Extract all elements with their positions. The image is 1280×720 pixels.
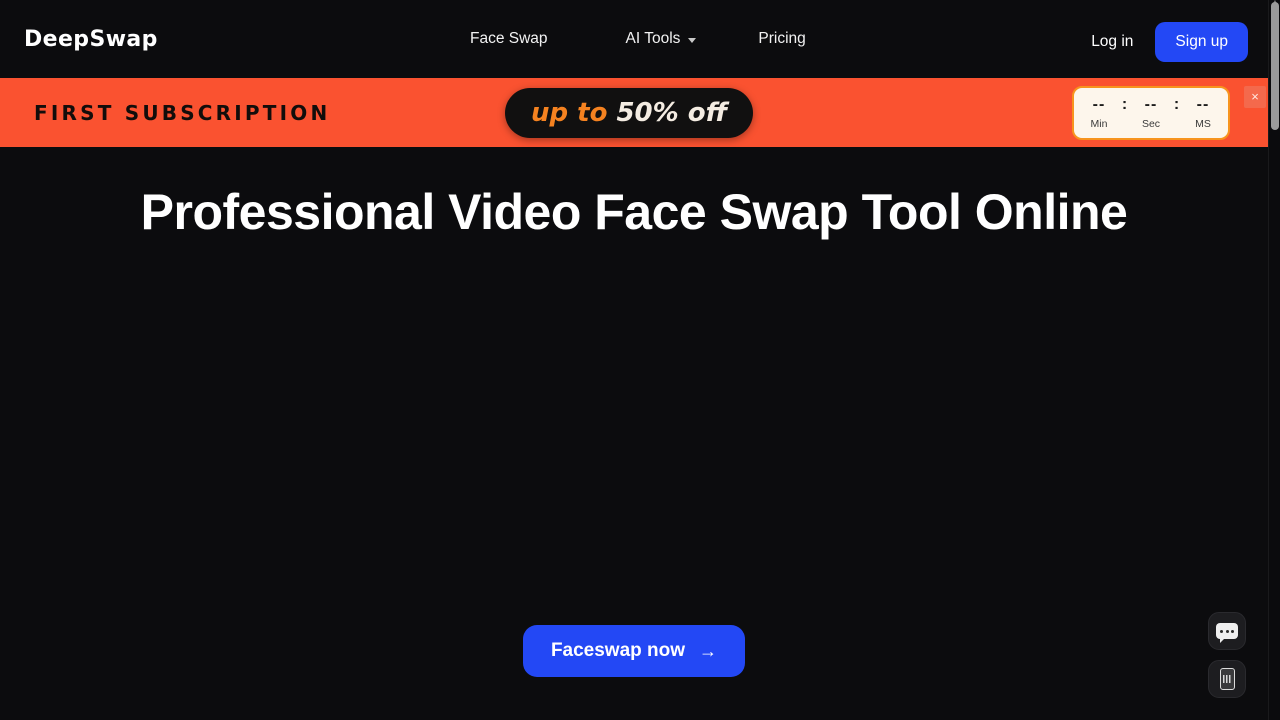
countdown-label-milliseconds: MS <box>1195 117 1211 130</box>
chevron-down-icon <box>688 37 697 43</box>
nav-item-pricing[interactable]: Pricing <box>758 26 805 52</box>
nav-item-label: Face Swap <box>470 30 548 47</box>
countdown-label-seconds: Sec <box>1141 117 1161 130</box>
countdown-milliseconds: -- <box>1196 95 1210 113</box>
login-link[interactable]: Log in <box>1083 27 1141 57</box>
nav-item-label: AI Tools <box>625 30 681 47</box>
countdown-labels: Min Sec MS <box>1077 118 1225 130</box>
site-header: DeepSwap Face Swap AI Tools Pricing Log … <box>0 0 1268 78</box>
signup-button[interactable]: Sign up <box>1155 22 1248 62</box>
countdown-digits: -- : -- : -- <box>1077 95 1225 113</box>
countdown-minutes: -- <box>1092 95 1106 113</box>
cta-label: Faceswap now <box>550 640 686 661</box>
browser-viewport: DeepSwap Face Swap AI Tools Pricing Log … <box>0 0 1268 720</box>
arrow-right-icon: → <box>699 641 718 661</box>
chat-dot <box>1220 629 1223 633</box>
hero-media-placeholder <box>160 257 1108 607</box>
promo-discount: 50% off <box>616 97 728 128</box>
countdown-label-minutes: Min <box>1090 117 1108 130</box>
chat-support-button[interactable] <box>1208 612 1246 650</box>
mobile-app-button[interactable] <box>1208 660 1246 698</box>
page-title: Professional Video Face Swap Tool Online <box>140 184 1128 240</box>
scrollbar-thumb[interactable] <box>1271 2 1279 130</box>
nav-item-ai-tools[interactable]: AI Tools <box>626 26 697 52</box>
brand-logo[interactable]: DeepSwap <box>24 27 158 52</box>
floating-widgets <box>1208 612 1246 698</box>
promo-prefix: up to <box>531 97 608 128</box>
countdown-timer: -- : -- : -- Min Sec MS <box>1072 85 1230 140</box>
promo-discount-pill: up to 50% off <box>505 87 754 138</box>
chat-dot <box>1225 629 1229 633</box>
countdown-seconds: -- <box>1144 95 1158 113</box>
countdown-separator: : <box>1121 95 1129 113</box>
page-scrollbar[interactable]: ▲ <box>1268 0 1280 720</box>
mobile-device-icon <box>1219 668 1235 690</box>
countdown-separator: : <box>1173 95 1181 113</box>
promo-title: FIRST SUBSCRIPTION <box>34 100 331 125</box>
nav-item-face-swap[interactable]: Face Swap <box>470 26 548 52</box>
chat-bubble-icon <box>1216 623 1238 643</box>
hero-cta-wrapper: Faceswap now → <box>0 625 1268 677</box>
faceswap-now-button[interactable]: Faceswap now → <box>522 625 746 677</box>
hero-section: Professional Video Face Swap Tool Online… <box>0 147 1268 720</box>
chat-dot <box>1231 629 1234 633</box>
nav-item-label: Pricing <box>758 30 806 47</box>
header-actions: Log in Sign up <box>1083 22 1248 62</box>
close-icon[interactable]: × <box>1244 86 1266 108</box>
promo-banner[interactable]: FIRST SUBSCRIPTION up to 50% off -- : --… <box>0 78 1268 147</box>
main-navigation: Face Swap AI Tools Pricing <box>470 26 806 52</box>
